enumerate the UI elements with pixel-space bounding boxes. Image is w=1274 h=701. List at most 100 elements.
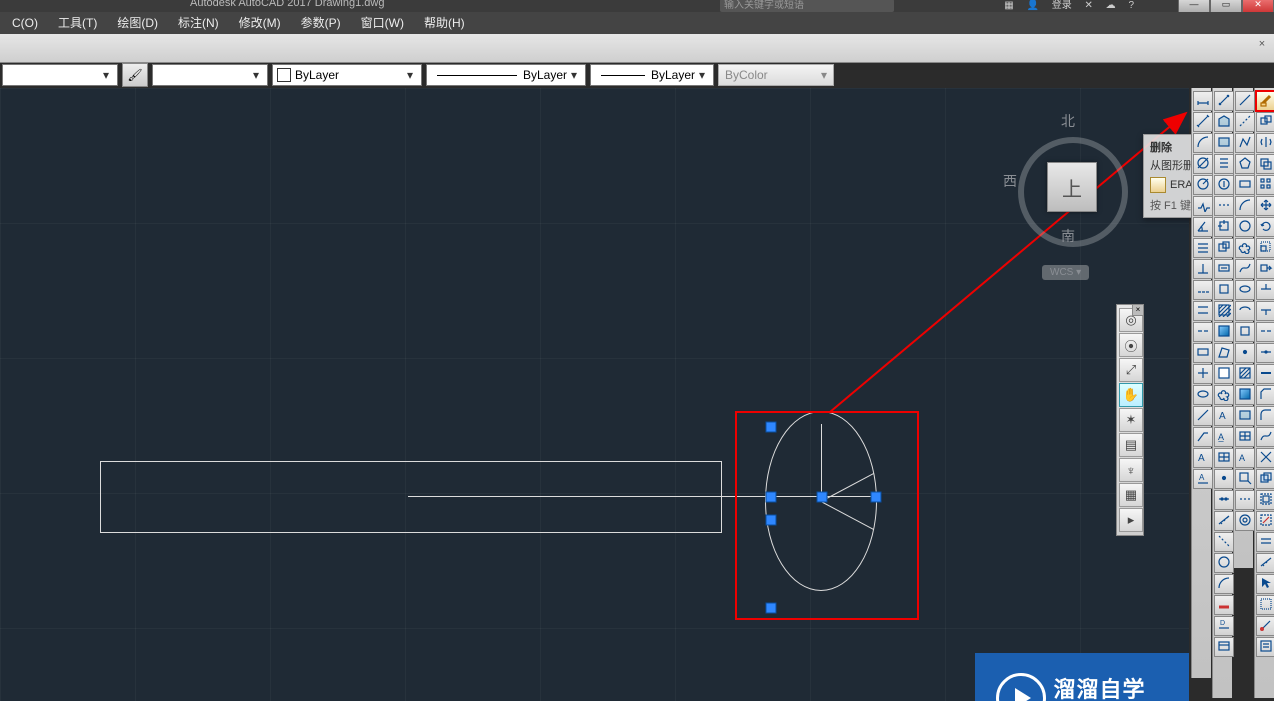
drawing-canvas[interactable]: // (grid drawn via JS below to keep mark… (0, 88, 1189, 701)
navbar-close-icon[interactable]: × (1132, 304, 1144, 316)
layeriso-button[interactable] (1256, 532, 1274, 552)
account-label[interactable]: 登录 (1052, 0, 1072, 11)
user-icon[interactable]: 👤 (1026, 0, 1038, 11)
menu-item-dim[interactable]: 标注(N) (168, 12, 229, 34)
donut-button[interactable] (1235, 511, 1255, 531)
tol-button[interactable] (1193, 343, 1213, 363)
maskline-button[interactable] (1214, 595, 1234, 615)
helpline-button[interactable] (1214, 532, 1234, 552)
cline-button[interactable] (1235, 112, 1255, 132)
tablestyle-button[interactable] (1214, 637, 1234, 657)
viewcube-wcs-label[interactable]: WCS ▾ (1042, 265, 1089, 280)
table2-button[interactable] (1235, 427, 1255, 447)
explode-button[interactable] (1256, 448, 1274, 468)
measure-button[interactable] (1214, 511, 1234, 531)
xref-button[interactable] (1214, 238, 1234, 258)
trim-button[interactable] (1256, 280, 1274, 300)
rotate-button[interactable] (1256, 217, 1274, 237)
erase-button[interactable] (1256, 91, 1274, 111)
pline-button[interactable] (1235, 133, 1255, 153)
dist-button[interactable] (1214, 91, 1234, 111)
jog-button[interactable] (1193, 196, 1213, 216)
spline-button[interactable] (1235, 259, 1255, 279)
viewcube-south[interactable]: 南 (1061, 226, 1075, 246)
ellipsearc-button[interactable] (1235, 301, 1255, 321)
point-button[interactable] (1214, 469, 1234, 489)
revcloud-button[interactable] (1214, 385, 1234, 405)
search-input[interactable]: 输入关键字或短语 (720, 0, 894, 12)
nav-play-icon[interactable]: ▸ (1119, 508, 1143, 532)
chamfer-button[interactable] (1256, 385, 1274, 405)
nav-grid-icon[interactable]: ▦ (1119, 483, 1143, 507)
addsel-button[interactable] (1235, 469, 1255, 489)
point2-button[interactable] (1235, 343, 1255, 363)
dimalign-button[interactable] (1193, 112, 1213, 132)
cloud-icon[interactable]: ☁ (1106, 0, 1116, 11)
blend-button[interactable] (1256, 427, 1274, 447)
join-button[interactable] (1256, 364, 1274, 384)
hatch2-button[interactable] (1235, 364, 1255, 384)
insert-button[interactable] (1214, 217, 1234, 237)
cont-button[interactable] (1193, 280, 1213, 300)
break-button[interactable] (1256, 322, 1274, 342)
area-button[interactable] (1214, 112, 1234, 132)
text-button[interactable]: A (1214, 406, 1234, 426)
text-button[interactable]: A (1193, 448, 1213, 468)
list-button[interactable] (1214, 154, 1234, 174)
copy-button[interactable] (1256, 112, 1274, 132)
layer-dropdown[interactable]: ▾ (2, 64, 118, 86)
spacing-button[interactable] (1193, 301, 1213, 321)
rectangle-object[interactable] (100, 461, 722, 533)
mtext2-button[interactable]: A (1235, 448, 1255, 468)
exchange-icon[interactable]: ✕ (1084, 0, 1092, 11)
region-button[interactable] (1214, 133, 1234, 153)
menu-item-draw[interactable]: 绘图(D) (107, 12, 168, 34)
stretch-button[interactable] (1256, 259, 1274, 279)
dimlin-button[interactable] (1193, 91, 1213, 111)
menu-item-format[interactable]: C(O) (2, 12, 48, 34)
color-dropdown[interactable]: ByLayer ▾ (272, 64, 422, 86)
navbar-palette[interactable]: × ◎ ⦿ ⤢ ✋ ✶ ▤ ♆ ▦ ▸ (1116, 304, 1144, 536)
linetype-button[interactable] (1214, 196, 1234, 216)
dimang-button[interactable] (1193, 217, 1213, 237)
nav-orbit-icon[interactable]: ✶ (1119, 408, 1143, 432)
break-button[interactable] (1193, 322, 1213, 342)
boundary-button[interactable] (1214, 343, 1234, 363)
quick-button[interactable] (1193, 238, 1213, 258)
extend-button[interactable] (1256, 301, 1274, 321)
field-button[interactable] (1214, 259, 1234, 279)
nav-zoom-icon[interactable]: ⤢ (1119, 358, 1143, 382)
measure2-button[interactable] (1256, 553, 1274, 573)
grad2-button[interactable] (1235, 385, 1255, 405)
base-button[interactable] (1193, 259, 1213, 279)
panel-close-icon[interactable]: × (1256, 38, 1268, 50)
inspect-button[interactable] (1193, 385, 1213, 405)
block-button[interactable] (1235, 322, 1255, 342)
style-button[interactable]: A (1193, 469, 1213, 489)
circle-button[interactable] (1235, 217, 1255, 237)
id-button[interactable] (1214, 175, 1234, 195)
menu-item-modify[interactable]: 修改(M) (229, 12, 291, 34)
dimdia-button[interactable] (1193, 154, 1213, 174)
revcloud-button[interactable] (1235, 238, 1255, 258)
line-button[interactable] (1235, 91, 1255, 111)
grid-icon[interactable]: ▦ (1004, 0, 1013, 11)
polygon-button[interactable] (1235, 154, 1255, 174)
arc3-button[interactable] (1214, 574, 1234, 594)
block-button[interactable] (1214, 280, 1234, 300)
draworder-button[interactable] (1256, 469, 1274, 489)
oblique-button[interactable] (1193, 406, 1213, 426)
table-button[interactable] (1214, 448, 1234, 468)
viewcube-north[interactable]: 北 (1061, 111, 1075, 131)
nav-look-icon[interactable]: ▤ (1119, 433, 1143, 457)
rect-button[interactable] (1235, 175, 1255, 195)
properties-button[interactable] (1256, 637, 1274, 657)
circle2-button[interactable] (1214, 553, 1234, 573)
move-button[interactable] (1256, 196, 1274, 216)
dashline-button[interactable] (1235, 490, 1255, 510)
menu-item-tools[interactable]: 工具(T) (48, 12, 107, 34)
linetype-dropdown[interactable]: ByLayer ▾ (426, 64, 586, 86)
menu-item-window[interactable]: 窗口(W) (351, 12, 414, 34)
dimstyle-button[interactable]: D (1214, 616, 1234, 636)
center-button[interactable] (1193, 364, 1213, 384)
